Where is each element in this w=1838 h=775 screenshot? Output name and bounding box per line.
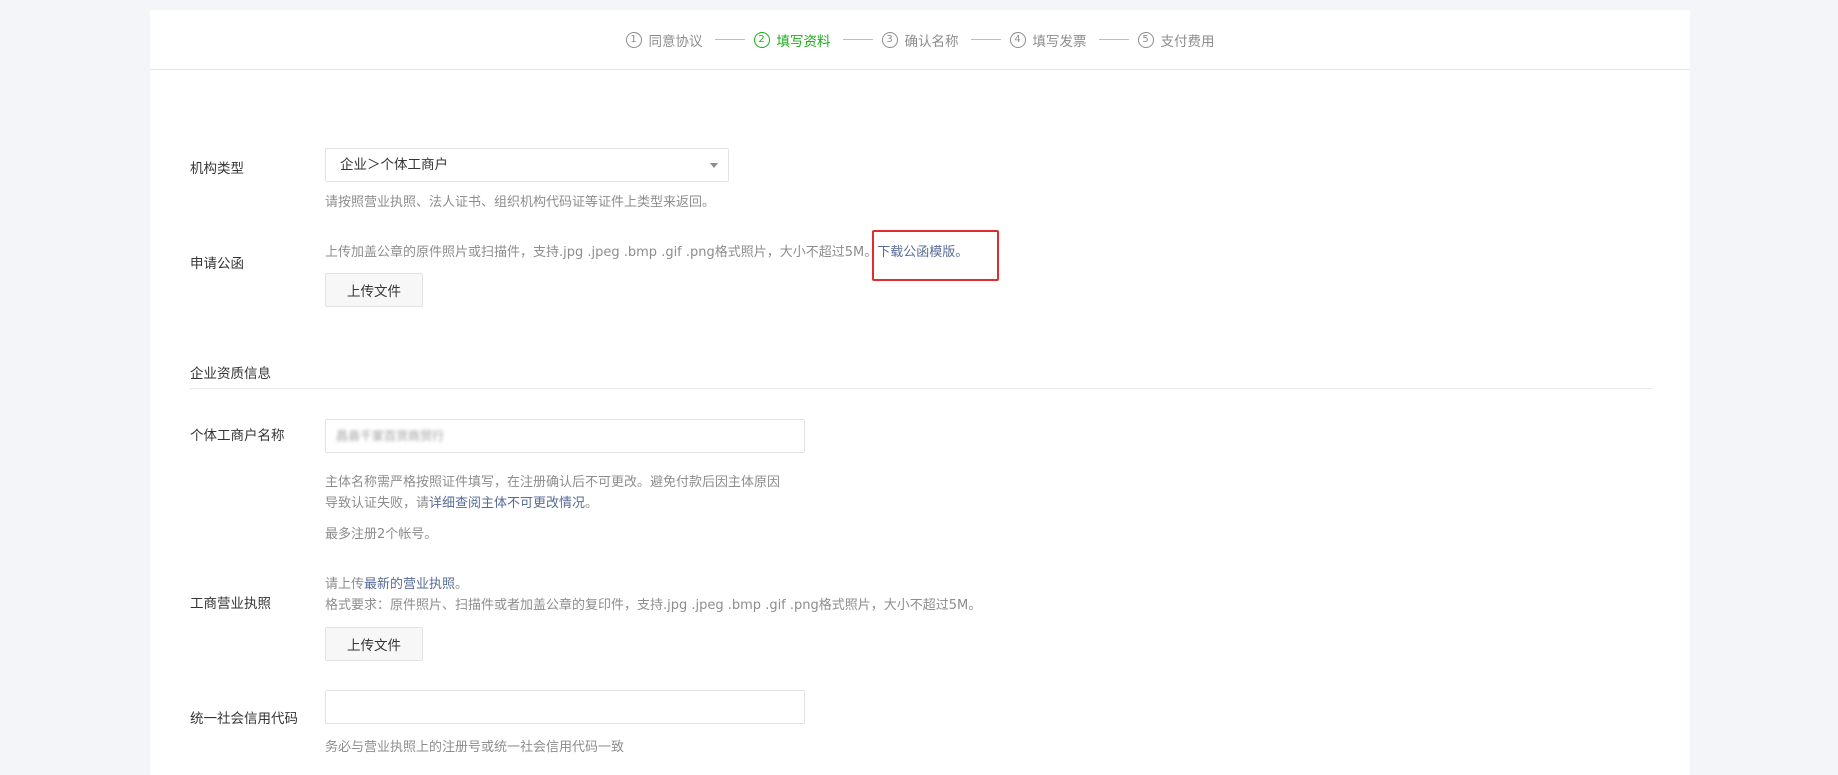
step-label: 填写资料 bbox=[776, 33, 831, 50]
step-fill-info: 2 填写资料 bbox=[753, 30, 831, 50]
step-separator bbox=[1098, 39, 1129, 40]
step-invoice: 4 填写发票 bbox=[1009, 30, 1087, 50]
step-indicator: 1 同意协议 2 填写资料 3 确认名称 4 填写发票 5 支付费用 bbox=[150, 10, 1690, 70]
merchant-name-tip-prefix: 导致认证失败，请 bbox=[325, 496, 430, 511]
step-number-icon: 5 bbox=[1137, 31, 1154, 48]
section-divider bbox=[190, 388, 1652, 389]
step-agree: 1 同意协议 bbox=[625, 30, 703, 50]
merchant-name-label: 个体工商户名称 bbox=[190, 428, 285, 444]
business-license-tip-suffix: 。 bbox=[455, 577, 469, 592]
merchant-name-tip-2: 导致认证失败，请详细查阅主体不可更改情况。 bbox=[325, 494, 598, 514]
business-license-format-tip: 格式要求：原件照片、扫描件或者加盖公章的复印件，支持.jpg .jpeg .bm… bbox=[325, 598, 982, 613]
merchant-name-tip-suffix: 。 bbox=[585, 496, 599, 511]
step-separator bbox=[970, 39, 1001, 40]
step-separator bbox=[842, 39, 873, 40]
section-title: 企业资质信息 bbox=[190, 366, 271, 382]
step-number-icon: 4 bbox=[1009, 31, 1026, 48]
step-label: 同意协议 bbox=[648, 33, 703, 50]
business-license-label: 工商营业执照 bbox=[190, 596, 271, 612]
step-number-icon: 3 bbox=[881, 31, 898, 48]
merchant-name-input[interactable]: 昌县千家百货商贸行 bbox=[325, 419, 805, 453]
application-letter-format-tip: 上传加盖公章的原件照片或扫描件，支持.jpg .jpeg .bmp .gif .… bbox=[325, 245, 878, 260]
form-card: 1 同意协议 2 填写资料 3 确认名称 4 填写发票 5 支付费用 机构类型 … bbox=[150, 10, 1690, 775]
credit-code-tip: 务必与营业执照上的注册号或统一社会信用代码一致 bbox=[325, 740, 625, 755]
account-limit-tip: 最多注册2个帐号。 bbox=[325, 527, 438, 542]
latest-license-link[interactable]: 最新的营业执照 bbox=[364, 577, 455, 592]
step-payment: 5 支付费用 bbox=[1137, 30, 1215, 50]
upload-letter-button[interactable]: 上传文件 bbox=[325, 273, 423, 307]
org-type-tip: 请按照营业执照、法人证书、组织机构代码证等证件上类型来返回。 bbox=[325, 195, 716, 210]
credit-code-label: 统一社会信用代码 bbox=[190, 711, 298, 727]
business-license-tip-prefix: 请上传 bbox=[325, 577, 365, 592]
org-type-select[interactable]: 企业＞个体工商户 bbox=[325, 148, 729, 182]
unchangeable-info-link[interactable]: 详细查阅主体不可更改情况 bbox=[429, 496, 585, 511]
org-type-value: 企业＞个体工商户 bbox=[340, 157, 448, 173]
merchant-name-tip-1: 主体名称需严格按照证件填写，在注册确认后不可更改。避免付款后因主体原因 bbox=[325, 475, 781, 490]
download-template-highlight bbox=[872, 230, 999, 281]
step-label: 确认名称 bbox=[904, 33, 959, 50]
step-separator bbox=[714, 39, 745, 40]
application-letter-label: 申请公函 bbox=[190, 256, 244, 272]
merchant-name-value: 昌县千家百货商贸行 bbox=[336, 429, 445, 443]
business-license-tip: 请上传最新的营业执照。 bbox=[325, 575, 468, 595]
step-number-icon: 2 bbox=[753, 31, 770, 48]
step-number-icon: 1 bbox=[625, 31, 642, 48]
step-confirm-name: 3 确认名称 bbox=[881, 30, 959, 50]
step-label: 支付费用 bbox=[1160, 33, 1215, 50]
org-type-label: 机构类型 bbox=[190, 161, 244, 177]
upload-license-button[interactable]: 上传文件 bbox=[325, 627, 423, 661]
chevron-down-icon bbox=[710, 163, 718, 168]
credit-code-input[interactable] bbox=[325, 690, 805, 724]
step-label: 填写发票 bbox=[1032, 33, 1087, 50]
